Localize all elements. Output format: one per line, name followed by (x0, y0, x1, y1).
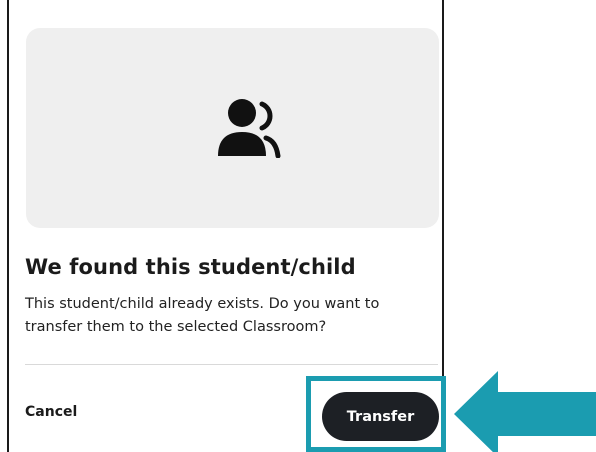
illustration-panel (26, 28, 439, 228)
transfer-button[interactable]: Transfer (322, 392, 439, 441)
divider (25, 364, 438, 365)
user-group-icon (218, 99, 281, 158)
arrow-left-icon (454, 371, 596, 452)
dialog-title: We found this student/child (25, 255, 356, 279)
cancel-button[interactable]: Cancel (25, 404, 77, 420)
dialog-message: This student/child already exists. Do yo… (25, 296, 380, 335)
screenshot-stage: We found this student/child This student… (0, 0, 596, 452)
